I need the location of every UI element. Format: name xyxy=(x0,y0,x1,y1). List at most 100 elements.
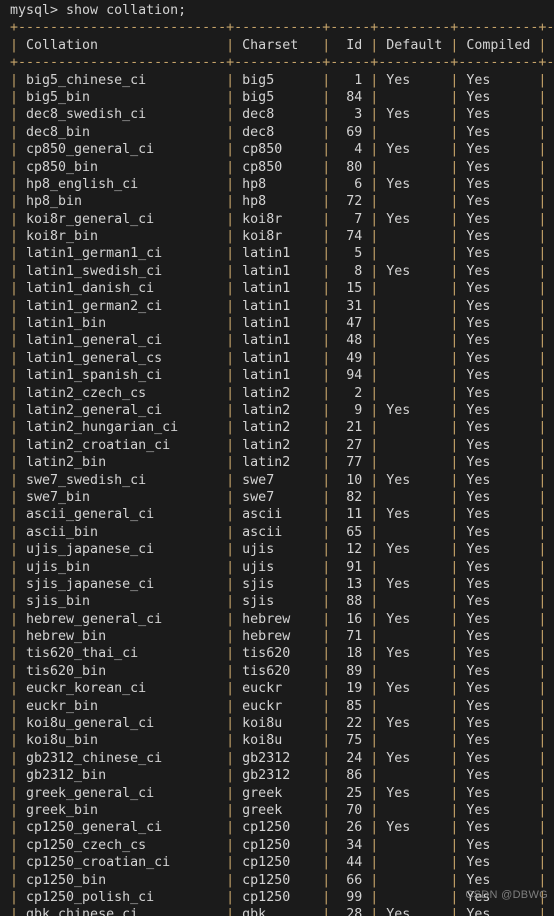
column-separator: | xyxy=(538,89,554,105)
table-cell: 44 xyxy=(338,855,371,871)
column-separator: | xyxy=(322,768,339,784)
column-separator: | xyxy=(10,246,27,262)
table-cell: latin1 xyxy=(242,333,323,349)
column-separator: | xyxy=(226,576,243,592)
table-cell: 9 xyxy=(338,402,371,418)
table-cell: Yes xyxy=(466,402,539,418)
column-separator: | xyxy=(10,176,27,192)
column-separator: | xyxy=(370,176,387,192)
table-cell: euckr xyxy=(242,698,323,714)
table-cell: Yes xyxy=(466,281,539,297)
column-separator: | xyxy=(10,229,27,245)
column-separator: | xyxy=(450,889,467,905)
column-separator: | xyxy=(538,524,554,540)
column-separator: | xyxy=(226,142,243,158)
column-separator: | xyxy=(538,594,554,610)
table-cell: 49 xyxy=(338,350,371,366)
column-separator: | xyxy=(226,176,243,192)
table-cell: 21 xyxy=(338,420,371,436)
table-cell: 26 xyxy=(338,820,371,836)
column-separator: | xyxy=(10,629,27,645)
column-separator: | xyxy=(450,246,467,262)
column-separator: | xyxy=(370,420,387,436)
table-cell: koi8r xyxy=(242,229,323,245)
column-separator: | xyxy=(538,211,554,227)
table-cell: 94 xyxy=(338,368,371,384)
column-separator: | xyxy=(322,629,339,645)
column-separator: | xyxy=(450,437,467,453)
column-separator: | xyxy=(10,559,27,575)
column-separator: | xyxy=(370,611,387,627)
table-cell xyxy=(386,699,450,714)
table-cell: swe7_swedish_ci xyxy=(26,472,227,488)
table-cell: Yes xyxy=(466,437,539,453)
column-separator: | xyxy=(370,402,387,418)
column-header: Default xyxy=(386,37,451,53)
table-cell: sjis xyxy=(242,576,323,592)
column-separator: | xyxy=(322,646,339,662)
column-separator: | xyxy=(370,785,387,801)
table-cell: big5_bin xyxy=(26,89,227,105)
column-separator: | xyxy=(226,368,243,384)
column-separator: | xyxy=(322,142,339,158)
table-row: | greek_general_ci | greek | 25 | Yes | … xyxy=(0,785,554,802)
column-separator: | xyxy=(322,298,339,314)
table-cell: cp1250 xyxy=(242,855,323,871)
table-cell: 4 xyxy=(338,142,371,158)
column-separator: | xyxy=(10,107,27,123)
column-separator: | xyxy=(10,472,27,488)
column-separator: | xyxy=(226,420,243,436)
column-separator: | xyxy=(538,437,554,453)
column-separator: | xyxy=(450,368,467,384)
column-separator: | xyxy=(450,768,467,784)
table-cell: 71 xyxy=(338,629,371,645)
column-separator: | xyxy=(10,281,27,297)
table-cell: Yes xyxy=(386,681,451,697)
column-separator: | xyxy=(538,716,554,732)
table-cell xyxy=(386,803,450,818)
column-separator: | xyxy=(450,229,467,245)
table-row: | koi8r_general_ci | koi8r | 7 | Yes | Y… xyxy=(0,211,554,228)
column-separator: | xyxy=(370,698,387,714)
table-cell: koi8r xyxy=(242,211,323,227)
table-cell: 91 xyxy=(338,559,371,575)
table-cell: Yes xyxy=(386,142,451,158)
column-separator: | xyxy=(538,646,554,662)
table-cell: cp1250_czech_cs xyxy=(26,837,227,853)
table-cell: Yes xyxy=(386,107,451,123)
table-cell: 48 xyxy=(338,333,371,349)
column-separator: | xyxy=(10,733,27,749)
column-separator: | xyxy=(226,124,243,140)
table-cell: koi8u_general_ci xyxy=(26,716,227,732)
column-separator: | xyxy=(10,455,27,471)
table-cell: Yes xyxy=(466,576,539,592)
table-cell: Yes xyxy=(466,716,539,732)
column-separator: | xyxy=(450,263,467,279)
table-cell: hebrew_bin xyxy=(26,629,227,645)
column-separator: | xyxy=(538,629,554,645)
table-cell: Yes xyxy=(466,72,539,88)
table-cell: latin2_czech_cs xyxy=(26,385,227,401)
table-cell: Yes xyxy=(466,733,539,749)
table-cell: Yes xyxy=(466,298,539,314)
table-cell: koi8r_general_ci xyxy=(26,211,227,227)
table-cell: Yes xyxy=(466,472,539,488)
table-row: | hp8_english_ci | hp8 | 6 | Yes | Yes |… xyxy=(0,176,554,193)
column-separator: | xyxy=(226,316,243,332)
table-cell: latin1_swedish_ci xyxy=(26,263,227,279)
column-separator: | xyxy=(370,455,387,471)
table-cell: euckr_korean_ci xyxy=(26,681,227,697)
table-cell: Yes xyxy=(386,820,451,836)
column-separator: | xyxy=(322,211,339,227)
table-row: | gb2312_bin | gb2312 | 86 | | Yes | 1 | xyxy=(0,767,554,784)
column-separator: | xyxy=(226,385,243,401)
table-cell: 10 xyxy=(338,472,371,488)
table-cell: latin2_hungarian_ci xyxy=(26,420,227,436)
column-separator: | xyxy=(370,437,387,453)
column-separator: | xyxy=(10,72,27,88)
column-separator: | xyxy=(450,316,467,332)
table-cell: latin1_german2_ci xyxy=(26,298,227,314)
column-separator: | xyxy=(538,333,554,349)
column-separator: | xyxy=(322,194,339,210)
table-cell: ujis xyxy=(242,559,323,575)
